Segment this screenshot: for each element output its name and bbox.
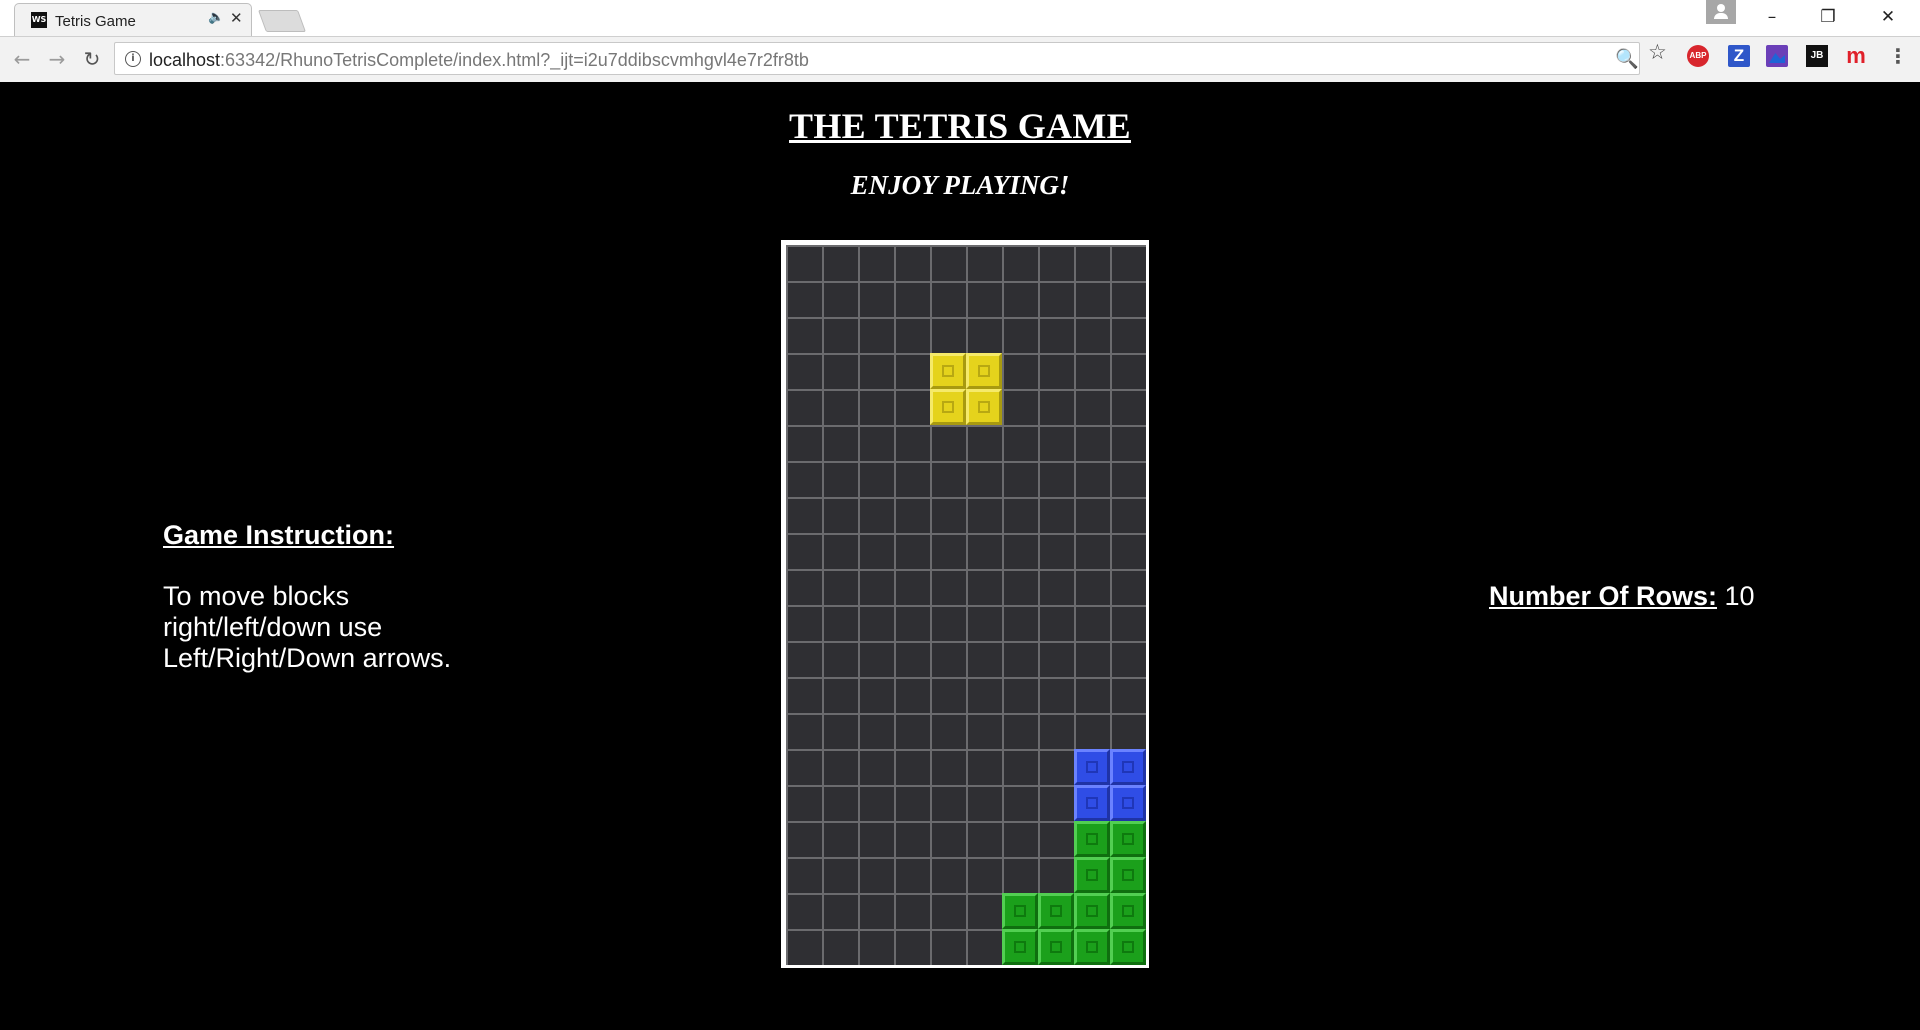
zoom-icon[interactable]: 🔍 bbox=[1615, 47, 1639, 70]
browser-tab[interactable]: WS Tetris Game 🔈 ✕ bbox=[14, 3, 252, 36]
tab-strip: WS Tetris Game 🔈 ✕ – ❐ ✕ bbox=[0, 0, 1920, 37]
toolbar: ← → ↻ i localhost:63342/RhunoTetrisCompl… bbox=[0, 37, 1920, 82]
kebab-menu-icon[interactable]: ⋮ bbox=[1888, 44, 1908, 68]
url-text[interactable]: localhost:63342/RhunoTetrisComplete/inde… bbox=[149, 50, 809, 71]
blue-block bbox=[1074, 749, 1110, 785]
close-tab-icon[interactable]: ✕ bbox=[230, 9, 243, 27]
rows-label: Number Of Rows: bbox=[1489, 581, 1718, 611]
green-block bbox=[1110, 857, 1146, 893]
game-board[interactable] bbox=[786, 245, 1146, 965]
green-block bbox=[1002, 929, 1038, 965]
game-page: THE TETRIS GAME ENJOY PLAYING! Game Inst… bbox=[0, 82, 1920, 1030]
green-block bbox=[1002, 893, 1038, 929]
green-block bbox=[1038, 893, 1074, 929]
address-bar[interactable]: i localhost:63342/RhunoTetrisComplete/in… bbox=[114, 42, 1640, 75]
instructions-heading: Game Instruction: bbox=[163, 520, 395, 550]
green-block bbox=[1110, 893, 1146, 929]
green-block bbox=[1110, 821, 1146, 857]
adblock-extension-icon[interactable]: ABP bbox=[1687, 45, 1709, 67]
close-window-icon[interactable]: ✕ bbox=[1868, 4, 1908, 30]
tab-title: Tetris Game bbox=[55, 13, 136, 30]
rows-counter: Number Of Rows: 10 bbox=[1489, 581, 1755, 612]
green-block bbox=[1074, 821, 1110, 857]
green-block bbox=[1074, 857, 1110, 893]
yellow-block bbox=[930, 353, 966, 389]
bookmark-star-icon[interactable]: ☆ bbox=[1648, 40, 1667, 64]
game-instructions: Game Instruction: To move blocks right/l… bbox=[163, 520, 523, 674]
back-icon[interactable]: ← bbox=[8, 45, 36, 73]
webstorm-favicon-icon: WS bbox=[31, 12, 47, 28]
yellow-block bbox=[930, 389, 966, 425]
jetbrains-extension-icon[interactable]: JB bbox=[1806, 45, 1828, 67]
rows-value: 10 bbox=[1724, 581, 1755, 611]
blue-block bbox=[1110, 785, 1146, 821]
profile-icon[interactable] bbox=[1706, 0, 1736, 24]
green-block bbox=[1038, 929, 1074, 965]
reload-icon[interactable]: ↻ bbox=[78, 45, 106, 73]
browser-chrome: WS Tetris Game 🔈 ✕ – ❐ ✕ ← → ↻ i localho… bbox=[0, 0, 1920, 83]
blue-block bbox=[1074, 785, 1110, 821]
info-icon[interactable]: i bbox=[125, 51, 141, 67]
minimize-icon[interactable]: – bbox=[1752, 4, 1792, 30]
new-tab-button[interactable] bbox=[257, 10, 307, 32]
forward-icon[interactable]: → bbox=[43, 45, 71, 73]
picture-extension-icon[interactable] bbox=[1766, 45, 1788, 67]
yellow-block bbox=[966, 353, 1002, 389]
page-title: THE TETRIS GAME bbox=[789, 106, 1131, 146]
speaker-icon[interactable]: 🔈 bbox=[208, 10, 224, 25]
green-block bbox=[1110, 929, 1146, 965]
page-subtitle: ENJOY PLAYING! bbox=[850, 170, 1070, 200]
restore-icon[interactable]: ❐ bbox=[1808, 4, 1848, 30]
z-extension-icon[interactable]: Z bbox=[1728, 45, 1750, 67]
game-board-frame bbox=[781, 240, 1149, 968]
yellow-block bbox=[966, 389, 1002, 425]
green-block bbox=[1074, 929, 1110, 965]
m-extension-icon[interactable]: m bbox=[1845, 45, 1867, 67]
instructions-text: To move blocks right/left/down use Left/… bbox=[163, 581, 452, 673]
blue-block bbox=[1110, 749, 1146, 785]
green-block bbox=[1074, 893, 1110, 929]
